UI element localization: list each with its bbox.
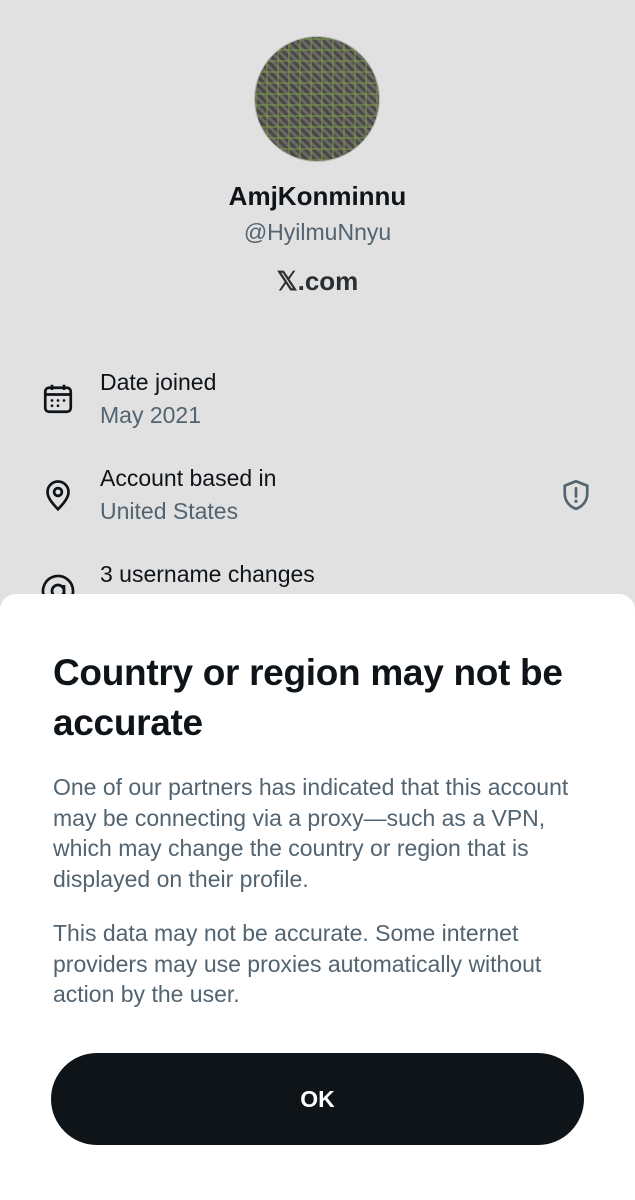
account-based-value: United States [100, 498, 239, 524]
date-joined-label: Date joined [100, 369, 217, 395]
region-accuracy-dialog: Country or region may not be accurate On… [0, 594, 635, 1200]
dialog-paragraph-1: One of our partners has indicated that t… [53, 774, 569, 892]
date-joined-value: May 2021 [100, 402, 202, 428]
ok-button[interactable]: OK [51, 1053, 584, 1145]
shield-exclamation-icon[interactable] [558, 477, 594, 513]
avatar[interactable] [254, 36, 380, 162]
dialog-title: Country or region may not be accurate [53, 652, 563, 743]
username-handle: @HyilmuNnyu [243, 219, 392, 245]
display-name: AmjKonminnu [228, 181, 407, 211]
username-changes-label: 3 username changes [100, 561, 315, 587]
location-pin-icon [46, 480, 70, 512]
dialog-paragraph-2: This data may not be accurate. Some inte… [53, 920, 542, 1007]
calendar-icon [43, 384, 73, 414]
site-label: 𝕏.com [276, 266, 359, 296]
account-based-label: Account based in [100, 465, 277, 491]
